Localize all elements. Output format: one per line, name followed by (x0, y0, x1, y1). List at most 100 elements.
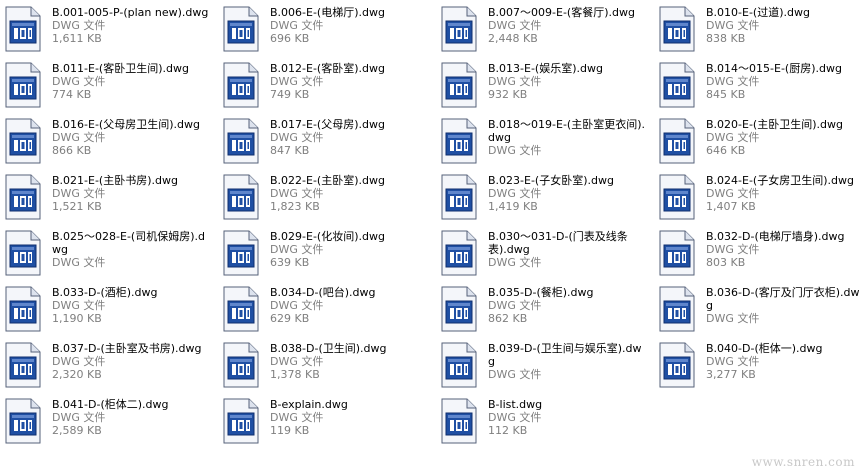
file-name: B.013-E-(娱乐室).dwg (488, 62, 603, 75)
file-item[interactable]: B.017-E-(父母房).dwg DWG 文件 847 KB (218, 114, 428, 168)
file-item[interactable]: B.041-D-(柜体二).dwg DWG 文件 2,589 KB (0, 394, 210, 448)
dwg-file-icon (223, 230, 259, 276)
file-item[interactable]: B.016-E-(父母房卫生间).dwg DWG 文件 866 KB (0, 114, 210, 168)
file-type: DWG 文件 (270, 355, 324, 368)
file-item[interactable]: B.034-D-(吧台).dwg DWG 文件 629 KB (218, 282, 428, 336)
file-size: 696 KB (270, 32, 310, 45)
dwg-file-icon (659, 174, 695, 220)
file-size: 112 KB (488, 424, 528, 437)
file-item[interactable]: B.039-D-(卫生间与娱乐室).dwg DWG 文件 (436, 338, 646, 392)
dwg-file-icon (441, 398, 477, 444)
dwg-file-icon (441, 230, 477, 276)
file-name: B.011-E-(客卧卫生间).dwg (52, 62, 189, 75)
file-item-text: B.013-E-(娱乐室).dwg DWG 文件 932 KB (488, 62, 646, 101)
file-item-text: B.010-E-(过道).dwg DWG 文件 838 KB (706, 6, 861, 45)
file-item[interactable]: B.037-D-(主卧室及书房).dwg DWG 文件 2,320 KB (0, 338, 210, 392)
file-item-text: B.023-E-(子女卧室).dwg DWG 文件 1,419 KB (488, 174, 646, 213)
file-item-text: B.007～009-E-(客餐厅).dwg DWG 文件 2,448 KB (488, 6, 646, 45)
file-size: 862 KB (488, 312, 528, 325)
dwg-file-icon (5, 6, 41, 52)
file-name: B.001-005-P-(plan new).dwg (52, 6, 209, 19)
file-item-text: B.016-E-(父母房卫生间).dwg DWG 文件 866 KB (52, 118, 210, 157)
file-item[interactable]: B.006-E-(电梯厅).dwg DWG 文件 696 KB (218, 2, 428, 56)
file-item-text: B.025～028-E-(司机保姆房).dwg DWG 文件 (52, 230, 210, 269)
file-type: DWG 文件 (488, 187, 542, 200)
file-item-text: B.035-D-(餐柜).dwg DWG 文件 862 KB (488, 286, 646, 325)
file-size: 774 KB (52, 88, 92, 101)
file-name: B.038-D-(卫生间).dwg (270, 342, 387, 355)
file-item[interactable]: B.020-E-(主卧卫生间).dwg DWG 文件 646 KB (654, 114, 861, 168)
file-size: 1,521 KB (52, 200, 102, 213)
file-name: B.020-E-(主卧卫生间).dwg (706, 118, 843, 131)
file-type: DWG 文件 (52, 299, 106, 312)
file-item[interactable]: B-list.dwg DWG 文件 112 KB (436, 394, 646, 448)
file-item[interactable]: B.036-D-(客厅及门厅衣柜).dwg DWG 文件 (654, 282, 861, 336)
file-size: 866 KB (52, 144, 92, 157)
dwg-file-icon (5, 62, 41, 108)
file-item[interactable]: B.030～031-D-(门表及线条表).dwg DWG 文件 (436, 226, 646, 280)
file-item[interactable]: B.012-E-(客卧室).dwg DWG 文件 749 KB (218, 58, 428, 112)
file-item-text: B.017-E-(父母房).dwg DWG 文件 847 KB (270, 118, 428, 157)
dwg-file-icon (659, 6, 695, 52)
dwg-file-icon (659, 230, 695, 276)
dwg-file-icon (659, 62, 695, 108)
dwg-file-icon (5, 118, 41, 164)
file-item[interactable]: B.007～009-E-(客餐厅).dwg DWG 文件 2,448 KB (436, 2, 646, 56)
file-type: DWG 文件 (52, 131, 106, 144)
file-item-text: B.039-D-(卫生间与娱乐室).dwg DWG 文件 (488, 342, 646, 381)
file-icon-grid: B.001-005-P-(plan new).dwg DWG 文件 1,611 … (0, 0, 861, 474)
file-item[interactable]: B.024-E-(子女房卫生间).dwg DWG 文件 1,407 KB (654, 170, 861, 224)
file-item[interactable]: B.013-E-(娱乐室).dwg DWG 文件 932 KB (436, 58, 646, 112)
file-type: DWG 文件 (488, 411, 542, 424)
file-item[interactable]: B.023-E-(子女卧室).dwg DWG 文件 1,419 KB (436, 170, 646, 224)
file-item[interactable]: B.025～028-E-(司机保姆房).dwg DWG 文件 (0, 226, 210, 280)
file-item-text: B.011-E-(客卧卫生间).dwg DWG 文件 774 KB (52, 62, 210, 101)
file-size: 803 KB (706, 256, 746, 269)
dwg-file-icon (441, 6, 477, 52)
file-size: 2,589 KB (52, 424, 102, 437)
file-item[interactable]: B.011-E-(客卧卫生间).dwg DWG 文件 774 KB (0, 58, 210, 112)
file-item-text: B.030～031-D-(门表及线条表).dwg DWG 文件 (488, 230, 646, 269)
file-size: 2,448 KB (488, 32, 538, 45)
dwg-file-icon (659, 286, 695, 332)
dwg-file-icon (223, 118, 259, 164)
file-item-text: B.033-D-(酒柜).dwg DWG 文件 1,190 KB (52, 286, 210, 325)
file-item-text: B.014～015-E-(厨房).dwg DWG 文件 845 KB (706, 62, 861, 101)
dwg-file-icon (441, 286, 477, 332)
file-item[interactable]: B.022-E-(主卧室).dwg DWG 文件 1,823 KB (218, 170, 428, 224)
file-item-text: B.001-005-P-(plan new).dwg DWG 文件 1,611 … (52, 6, 210, 45)
file-item[interactable]: B.014～015-E-(厨房).dwg DWG 文件 845 KB (654, 58, 861, 112)
file-type: DWG 文件 (706, 187, 760, 200)
file-type: DWG 文件 (52, 187, 106, 200)
file-size: 1,823 KB (270, 200, 320, 213)
file-item[interactable]: B.038-D-(卫生间).dwg DWG 文件 1,378 KB (218, 338, 428, 392)
file-item[interactable]: B.040-D-(柜体一).dwg DWG 文件 3,277 KB (654, 338, 861, 392)
file-name: B.006-E-(电梯厅).dwg (270, 6, 385, 19)
file-name: B.024-E-(子女房卫生间).dwg (706, 174, 854, 187)
file-name: B.037-D-(主卧室及书房).dwg (52, 342, 202, 355)
file-type: DWG 文件 (270, 131, 324, 144)
file-type: DWG 文件 (52, 411, 106, 424)
file-item-text: B.041-D-(柜体二).dwg DWG 文件 2,589 KB (52, 398, 210, 437)
file-item[interactable]: B.033-D-(酒柜).dwg DWG 文件 1,190 KB (0, 282, 210, 336)
file-item[interactable]: B-explain.dwg DWG 文件 119 KB (218, 394, 428, 448)
dwg-file-icon (223, 342, 259, 388)
dwg-file-icon (441, 62, 477, 108)
file-type: DWG 文件 (706, 19, 760, 32)
file-name: B.034-D-(吧台).dwg (270, 286, 376, 299)
file-type: DWG 文件 (52, 256, 106, 269)
file-size: 1,419 KB (488, 200, 538, 213)
file-type: DWG 文件 (270, 411, 324, 424)
file-name: B.016-E-(父母房卫生间).dwg (52, 118, 200, 131)
file-item[interactable]: B.035-D-(餐柜).dwg DWG 文件 862 KB (436, 282, 646, 336)
file-item[interactable]: B.001-005-P-(plan new).dwg DWG 文件 1,611 … (0, 2, 210, 56)
file-item[interactable]: B.021-E-(主卧书房).dwg DWG 文件 1,521 KB (0, 170, 210, 224)
file-item-text: B.006-E-(电梯厅).dwg DWG 文件 696 KB (270, 6, 428, 45)
file-size: 847 KB (270, 144, 310, 157)
file-type: DWG 文件 (488, 299, 542, 312)
file-item[interactable]: B.010-E-(过道).dwg DWG 文件 838 KB (654, 2, 861, 56)
file-item[interactable]: B.029-E-(化妆间).dwg DWG 文件 639 KB (218, 226, 428, 280)
file-item[interactable]: B.032-D-(电梯厅墙身).dwg DWG 文件 803 KB (654, 226, 861, 280)
file-item[interactable]: B.018～019-E-(主卧室更衣间).dwg DWG 文件 (436, 114, 646, 168)
file-name: B.018～019-E-(主卧室更衣间).dwg (488, 118, 646, 144)
